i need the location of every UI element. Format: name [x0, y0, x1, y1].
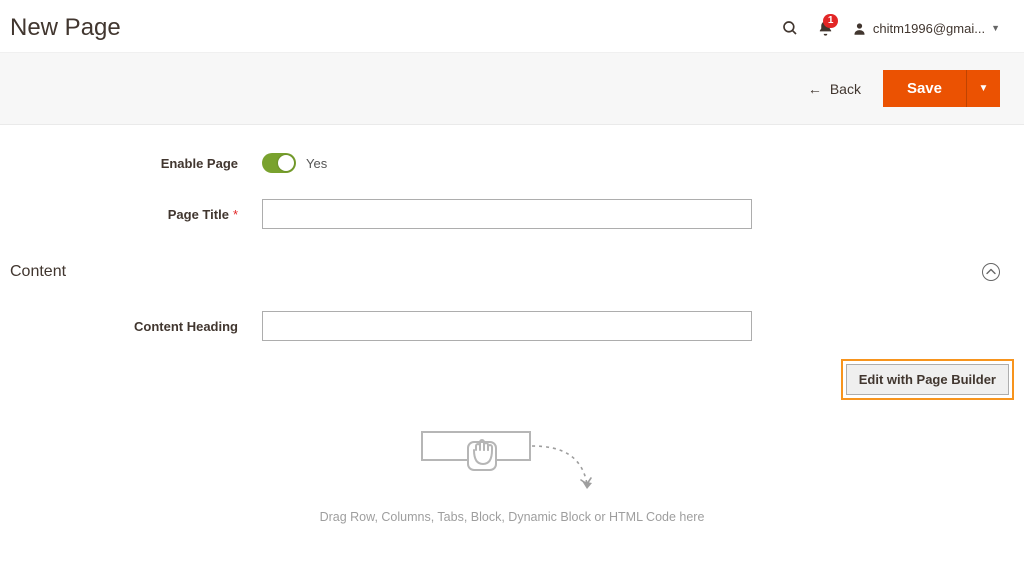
enable-page-label: Enable Page	[24, 156, 262, 171]
enable-page-toggle[interactable]	[262, 153, 296, 173]
action-bar: ← Back Save ▼	[0, 53, 1024, 125]
edit-with-page-builder-button[interactable]: Edit with Page Builder	[846, 364, 1009, 395]
enable-page-control: Yes	[262, 153, 327, 173]
required-asterisk: *	[233, 207, 238, 222]
arrow-left-icon: ←	[808, 81, 822, 97]
enable-page-field: Enable Page Yes	[24, 153, 1000, 173]
content-section-header[interactable]: Content	[0, 255, 1024, 289]
user-icon	[852, 21, 867, 36]
content-section-title: Content	[10, 263, 66, 281]
header-tools: 1 chitm1996@gmai... ▼	[781, 19, 1000, 37]
content-heading-field: Content Heading	[24, 311, 1000, 341]
page-builder-row: Edit with Page Builder	[0, 351, 1024, 400]
notifications-button[interactable]: 1	[817, 20, 834, 37]
account-menu[interactable]: chitm1996@gmai... ▼	[852, 21, 1000, 36]
page-title-field: Page Title *	[24, 199, 1000, 229]
content-heading-input[interactable]	[262, 311, 752, 341]
content-heading-label: Content Heading	[24, 319, 262, 334]
page-title-control	[262, 199, 752, 229]
drag-hand-icon	[412, 426, 612, 496]
page-title-label-text: Page Title	[168, 207, 229, 222]
notification-badge: 1	[823, 14, 839, 28]
back-button-label: Back	[830, 81, 861, 97]
content-heading-control	[262, 311, 752, 341]
search-icon[interactable]	[781, 19, 799, 37]
triangle-down-icon: ▼	[979, 83, 989, 94]
save-dropdown-button[interactable]: ▼	[966, 70, 1000, 107]
page-root: New Page 1 chitm1996@gmai... ▼ ←	[0, 0, 1024, 576]
enable-page-value: Yes	[306, 156, 327, 171]
account-username: chitm1996@gmai...	[873, 21, 985, 36]
page-title-input[interactable]	[262, 199, 752, 229]
dropzone-hint: Drag Row, Columns, Tabs, Block, Dynamic …	[320, 510, 705, 524]
page-title: New Page	[10, 14, 121, 42]
page-title-label: Page Title *	[24, 207, 262, 222]
caret-down-icon: ▼	[991, 23, 1000, 33]
page-header: New Page 1 chitm1996@gmai... ▼	[0, 0, 1024, 53]
save-button[interactable]: Save	[883, 70, 966, 107]
content-fields: Content Heading	[0, 289, 1024, 351]
save-button-group: Save ▼	[883, 70, 1000, 107]
annotation-highlight: Edit with Page Builder	[841, 359, 1014, 400]
page-builder-dropzone[interactable]: Drag Row, Columns, Tabs, Block, Dynamic …	[0, 426, 1024, 524]
general-form-section: Enable Page Yes Page Title *	[0, 125, 1024, 229]
chevron-up-icon	[986, 267, 996, 277]
back-button[interactable]: ← Back	[808, 81, 861, 97]
collapse-toggle[interactable]	[982, 263, 1000, 281]
